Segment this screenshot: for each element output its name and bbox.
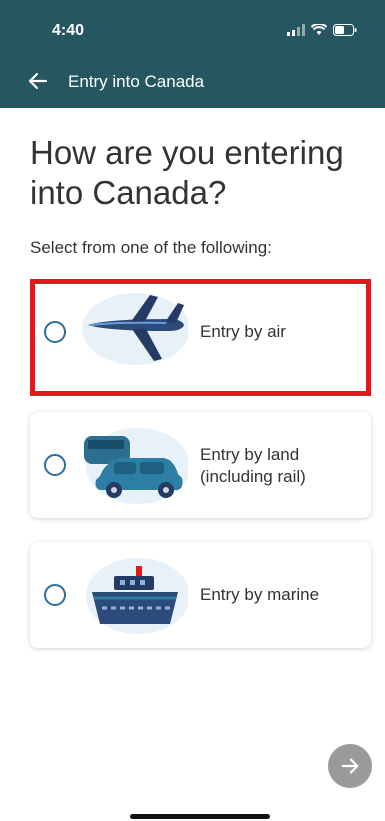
signal-icon bbox=[287, 24, 305, 36]
status-icons bbox=[287, 24, 357, 36]
radio-button[interactable] bbox=[44, 454, 66, 476]
arrow-right-icon bbox=[341, 758, 359, 774]
option-entry-by-marine[interactable]: Entry by marine bbox=[30, 542, 371, 648]
option-entry-by-air[interactable]: Entry by air bbox=[30, 279, 371, 396]
ship-icon bbox=[86, 558, 188, 634]
airplane-icon bbox=[82, 293, 188, 365]
home-indicator bbox=[130, 814, 270, 819]
car-train-icon bbox=[84, 428, 188, 504]
next-button[interactable] bbox=[328, 744, 372, 788]
option-label: Entry by marine bbox=[200, 585, 320, 604]
option-label: Entry by land (including rail) bbox=[200, 445, 306, 486]
option-label: Entry by air bbox=[200, 322, 286, 341]
wifi-icon bbox=[311, 24, 327, 35]
page-title: How are you entering into Canada? bbox=[30, 134, 344, 211]
page-subtitle: Select from one of the following: bbox=[30, 238, 272, 257]
app-header: 4:40 Entry into Canada bbox=[0, 0, 385, 108]
status-time: 4:40 bbox=[52, 22, 85, 39]
battery-icon bbox=[333, 24, 357, 36]
radio-button[interactable] bbox=[44, 584, 66, 606]
back-arrow-icon[interactable] bbox=[26, 69, 50, 93]
radio-button[interactable] bbox=[44, 321, 66, 343]
option-entry-by-land[interactable]: Entry by land (including rail) bbox=[30, 412, 371, 518]
header-title: Entry into Canada bbox=[68, 72, 205, 91]
